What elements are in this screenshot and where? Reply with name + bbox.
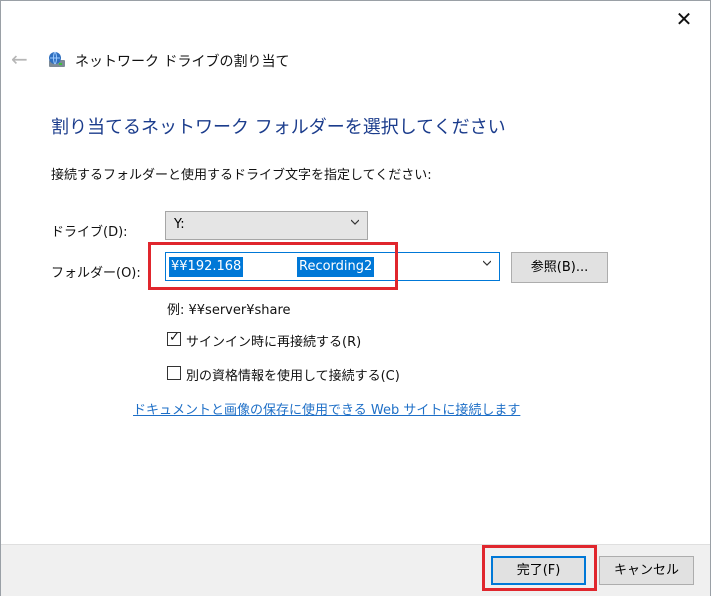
close-icon[interactable]: ✕ <box>672 7 696 31</box>
chevron-down-icon[interactable] <box>483 259 491 267</box>
checkmark-icon: ✓ <box>169 330 180 345</box>
highlight-box-folder <box>148 242 398 290</box>
highlight-box-finish <box>482 545 597 591</box>
folder-example: 例: ¥¥server¥share <box>167 303 291 318</box>
wizard-header: ← ネットワーク ドライブの割り当て <box>1 39 710 83</box>
web-site-link[interactable]: ドキュメントと画像の保存に使用できる Web サイトに接続します <box>133 399 520 418</box>
network-drive-icon <box>49 51 65 67</box>
other-credentials-label[interactable]: 別の資格情報を使用して接続する(C) <box>186 365 400 384</box>
page-heading: 割り当てるネットワーク フォルダーを選択してください <box>51 117 506 138</box>
chevron-down-icon <box>351 219 359 225</box>
reconnect-label[interactable]: サインイン時に再接続する(R) <box>186 331 361 350</box>
dialog-footer: 完了(F) キャンセル <box>1 544 710 596</box>
reconnect-checkbox[interactable]: ✓ <box>167 330 181 346</box>
window-title: ネットワーク ドライブの割り当て <box>75 54 290 70</box>
drive-label: ドライブ(D): <box>51 225 128 240</box>
instruction-text: 接続するフォルダーと使用するドライブ文字を指定してください: <box>51 168 432 183</box>
drive-select[interactable]: Y: <box>165 211 368 240</box>
other-credentials-checkbox[interactable] <box>167 366 181 380</box>
drive-value: Y: <box>174 217 185 232</box>
browse-button[interactable]: 参照(B)... <box>511 252 608 283</box>
folder-label: フォルダー(O): <box>51 266 141 281</box>
back-arrow-icon[interactable]: ← <box>11 47 28 71</box>
network-drive-dialog: ✕ ← ネットワーク ドライブの割り当て 割り当てるネットワーク フォルダーを選… <box>0 0 711 596</box>
cancel-button[interactable]: キャンセル <box>599 556 694 585</box>
